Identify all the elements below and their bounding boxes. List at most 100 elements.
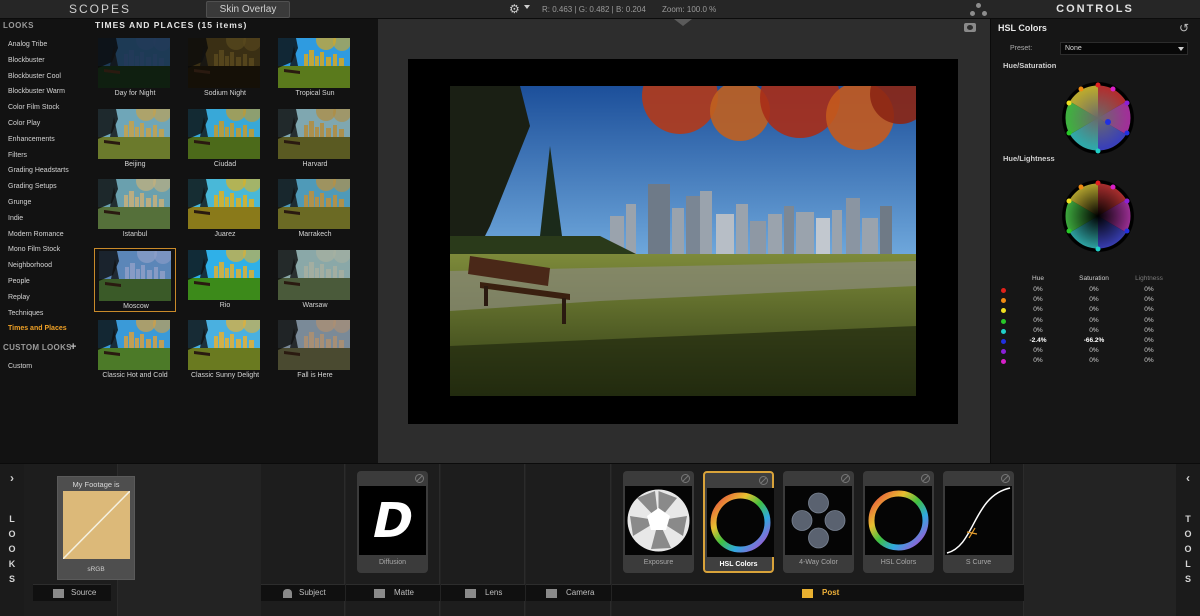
look-thumbnail[interactable]: Marrakech xyxy=(274,177,356,241)
camera-stage-tab[interactable]: Camera xyxy=(526,584,611,601)
look-thumbnail[interactable]: Tropical Sun xyxy=(274,36,356,100)
lightness-value[interactable]: 0% xyxy=(1124,296,1174,303)
look-thumbnail[interactable]: Istanbul xyxy=(94,177,176,241)
look-thumbnail[interactable]: Beijing xyxy=(94,107,176,171)
post-tool-card[interactable]: Exposure xyxy=(623,471,694,573)
category-item[interactable]: Color Play xyxy=(8,120,40,127)
saturation-value[interactable]: 0% xyxy=(1069,306,1119,313)
gear-icon[interactable]: ⚙ xyxy=(509,2,520,16)
look-label: Istanbul xyxy=(122,231,148,238)
look-thumbnail[interactable]: Fall is Here xyxy=(274,318,356,382)
lightness-value[interactable]: 0% xyxy=(1124,357,1174,364)
saturation-value[interactable]: -66.2% xyxy=(1069,337,1119,344)
hue-saturation-wheel[interactable] xyxy=(1061,81,1135,155)
category-item[interactable]: Mono Film Stock xyxy=(8,246,60,253)
category-item[interactable]: Analog Tribe xyxy=(8,41,47,48)
look-thumbnail[interactable]: Classic Sunny Delight xyxy=(184,318,266,382)
tools-side-tab[interactable]: ‹ TOOLS xyxy=(1176,464,1200,616)
saturation-value[interactable]: 0% xyxy=(1069,296,1119,303)
add-custom-look-icon[interactable]: + xyxy=(70,342,76,353)
snapshot-camera-icon[interactable] xyxy=(964,23,976,32)
hue-value[interactable]: 0% xyxy=(1013,306,1063,313)
category-item[interactable]: Grading Headstarts xyxy=(8,167,69,174)
hue-saturation-label: Hue/Saturation xyxy=(1003,61,1057,70)
hue-value[interactable]: -2.4% xyxy=(1013,337,1063,344)
close-icon[interactable] xyxy=(759,476,768,485)
look-thumbnail[interactable]: Harvard xyxy=(274,107,356,171)
chevron-left-icon[interactable]: ‹ xyxy=(1176,471,1200,485)
close-icon[interactable] xyxy=(415,474,424,483)
category-item[interactable]: Blockbuster Cool xyxy=(8,73,61,80)
look-thumbnail[interactable]: Warsaw xyxy=(274,248,356,312)
hue-value[interactable]: 0% xyxy=(1013,296,1063,303)
lightness-value[interactable]: 0% xyxy=(1124,337,1174,344)
post-tool-card[interactable]: S Curve xyxy=(943,471,1014,573)
category-item[interactable]: Indie xyxy=(8,215,23,222)
category-item[interactable]: Neighborhood xyxy=(8,262,52,269)
look-thumbnail[interactable]: Rio xyxy=(184,248,266,312)
hue-value[interactable]: 0% xyxy=(1013,286,1063,293)
custom-looks-item[interactable]: Custom xyxy=(8,363,32,370)
looks-side-tab[interactable]: › LOOKS xyxy=(0,464,24,616)
lightness-value[interactable]: 0% xyxy=(1124,347,1174,354)
look-thumbnail[interactable]: Ciudad xyxy=(184,107,266,171)
hue-value[interactable]: 0% xyxy=(1013,327,1063,334)
saturation-value[interactable]: 0% xyxy=(1069,317,1119,324)
look-thumbnail[interactable]: Classic Hot and Cold xyxy=(94,318,176,382)
close-icon[interactable] xyxy=(1001,474,1010,483)
lightness-value[interactable]: 0% xyxy=(1124,327,1174,334)
saturation-value[interactable]: 0% xyxy=(1069,286,1119,293)
saturation-value[interactable]: 0% xyxy=(1069,347,1119,354)
hue-lightness-wheel[interactable] xyxy=(1061,179,1135,253)
category-item[interactable]: Modern Romance xyxy=(8,231,64,238)
category-item[interactable]: Times and Places xyxy=(8,325,67,332)
look-thumbnail[interactable]: Day for Night xyxy=(94,36,176,100)
hue-value[interactable]: 0% xyxy=(1013,347,1063,354)
category-item[interactable]: Blockbuster xyxy=(8,57,45,64)
category-item[interactable]: Grunge xyxy=(8,199,31,206)
preview-image[interactable] xyxy=(450,86,916,396)
look-thumbnail[interactable]: Moscow xyxy=(94,247,176,312)
category-item[interactable]: Techniques xyxy=(8,310,43,317)
source-stage-tab[interactable]: Source xyxy=(33,584,111,601)
skin-overlay-button[interactable]: Skin Overlay xyxy=(206,1,290,18)
diffusion-tool[interactable]: D Diffusion xyxy=(357,471,428,573)
matte-stage-tab[interactable]: Matte xyxy=(346,584,440,601)
side-tab-letter: O xyxy=(8,529,16,539)
category-item[interactable]: People xyxy=(8,278,30,285)
close-icon[interactable] xyxy=(921,474,930,483)
post-tool-card[interactable]: HSL Colors xyxy=(863,471,934,573)
chevron-down-icon[interactable] xyxy=(524,5,530,9)
scopes-title[interactable]: SCOPES xyxy=(0,0,200,19)
lens-stage-tab[interactable]: Lens xyxy=(441,584,525,601)
close-icon[interactable] xyxy=(841,474,850,483)
category-item[interactable]: Color Film Stock xyxy=(8,104,59,111)
side-tab-letter: O xyxy=(8,544,16,554)
lightness-value[interactable]: 0% xyxy=(1124,306,1174,313)
lightness-value[interactable]: 0% xyxy=(1124,286,1174,293)
viewer-collapse-tab[interactable] xyxy=(674,19,692,26)
category-item[interactable]: Blockbuster Warm xyxy=(8,88,65,95)
saturation-value[interactable]: 0% xyxy=(1069,327,1119,334)
post-stage-tab[interactable]: Post xyxy=(612,584,1024,601)
source-card[interactable]: My Footage is sRGB xyxy=(57,476,135,580)
saturation-value[interactable]: 0% xyxy=(1069,357,1119,364)
reset-icon[interactable]: ↺ xyxy=(1179,21,1189,35)
hue-value[interactable]: 0% xyxy=(1013,357,1063,364)
look-thumbnail[interactable]: Sodium Night xyxy=(184,36,266,100)
category-item[interactable]: Grading Setups xyxy=(8,183,57,190)
look-thumbnail[interactable]: Juarez xyxy=(184,177,266,241)
chevron-right-icon[interactable]: › xyxy=(0,471,24,485)
layout-icon[interactable] xyxy=(970,3,988,17)
category-item[interactable]: Enhancements xyxy=(8,136,55,143)
lightness-value[interactable]: 0% xyxy=(1124,317,1174,324)
post-tool-card[interactable]: 4-Way Color xyxy=(783,471,854,573)
look-preview xyxy=(99,250,171,301)
close-icon[interactable] xyxy=(681,474,690,483)
preset-select[interactable]: None xyxy=(1060,42,1188,55)
category-item[interactable]: Replay xyxy=(8,294,30,301)
category-item[interactable]: Filters xyxy=(8,152,27,159)
subject-stage-tab[interactable]: Subject xyxy=(261,584,345,601)
hue-value[interactable]: 0% xyxy=(1013,317,1063,324)
post-tool-card[interactable]: HSL Colors xyxy=(703,471,774,573)
